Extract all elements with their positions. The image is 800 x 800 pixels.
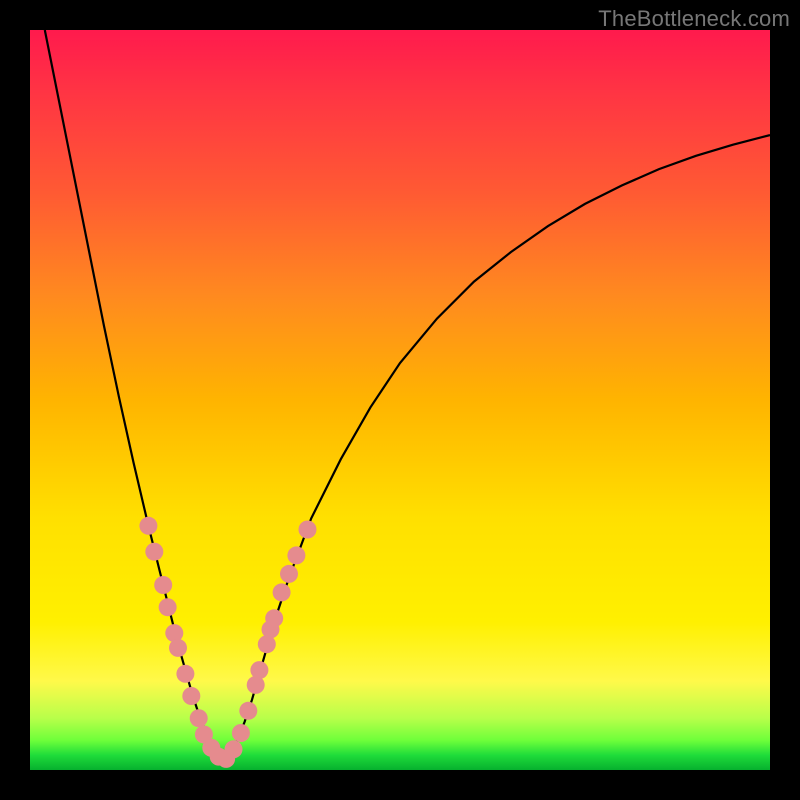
data-marker [145,543,163,561]
data-marker [154,576,172,594]
data-marker [182,687,200,705]
data-marker [299,521,317,539]
data-marker [250,661,268,679]
data-marker [273,583,291,601]
data-marker [239,702,257,720]
data-marker [159,598,177,616]
data-marker [176,665,194,683]
data-marker [190,709,208,727]
data-marker [232,724,250,742]
chart-svg [30,30,770,770]
curve-left [45,30,223,763]
curve-right [222,135,770,763]
data-marker [225,740,243,758]
curve-group [45,30,770,763]
data-marker [265,609,283,627]
data-marker [287,546,305,564]
data-marker [169,639,187,657]
data-marker [139,517,157,535]
watermark-text: TheBottleneck.com [598,6,790,32]
data-marker [280,565,298,583]
plot-area [30,30,770,770]
markers-group [139,517,316,768]
chart-frame: TheBottleneck.com [0,0,800,800]
